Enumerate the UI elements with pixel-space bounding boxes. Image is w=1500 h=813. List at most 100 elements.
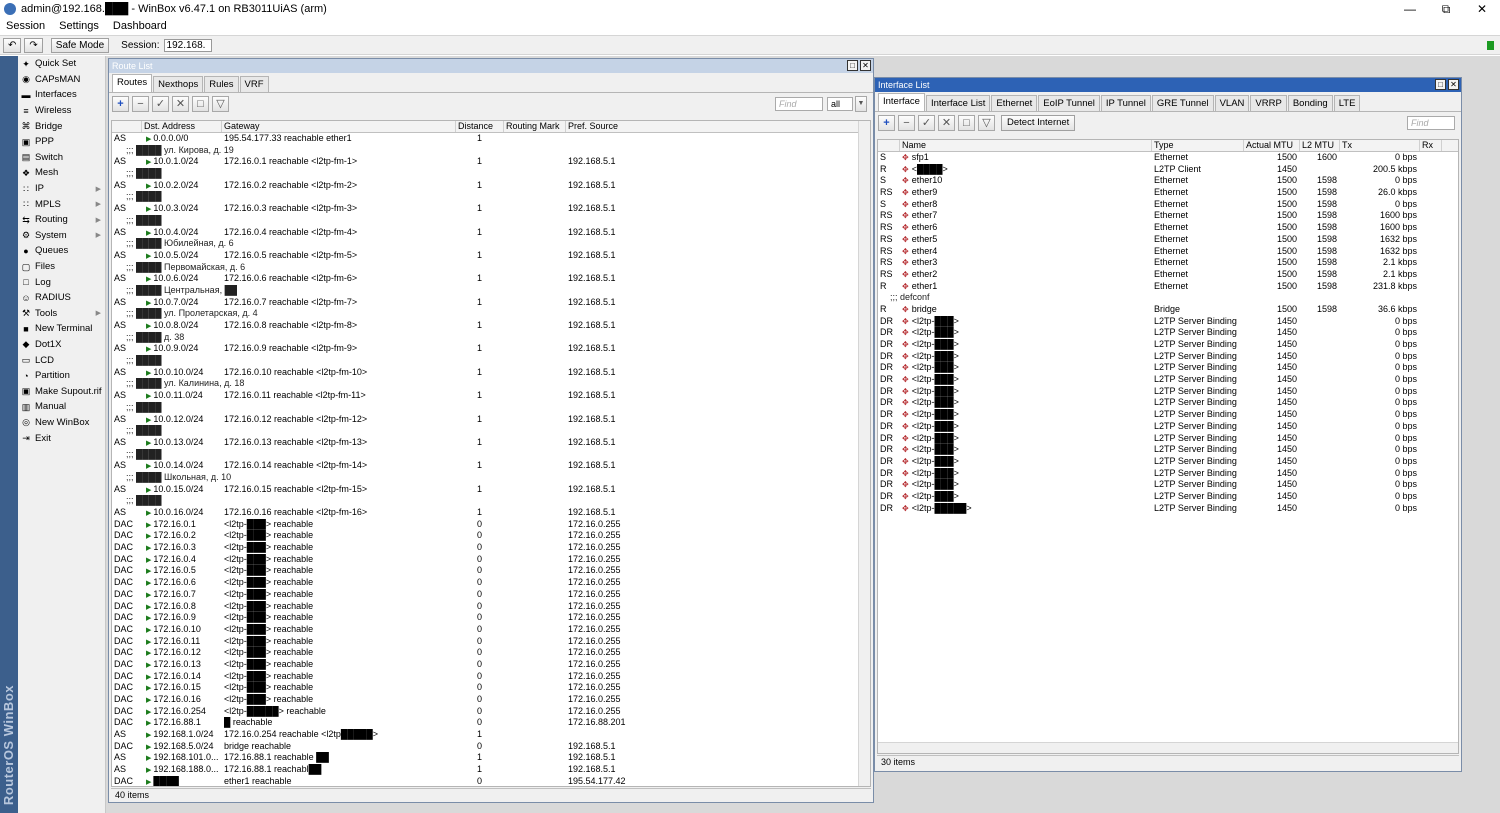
route-comment-row[interactable]: ;;; ████ <box>112 495 870 507</box>
filter-icon[interactable]: ▽ <box>212 96 229 112</box>
safe-mode-button[interactable]: Safe Mode <box>50 37 110 53</box>
route-comment-row[interactable]: ;;; ████ Школьная, д. 10 <box>112 472 870 484</box>
route-row[interactable]: DAC ▶ 172.16.0.7 <l2tp-███> reachable 0 172.1… <box>112 589 870 601</box>
tab-routes[interactable]: Routes <box>112 74 153 92</box>
route-column-header[interactable]: Routing Mark <box>504 121 566 132</box>
sidebar-item-partition[interactable]: ◔ Partition <box>18 368 105 384</box>
interface-row[interactable]: DR ✥ <l2tp-███> L2TP Server Binding 1450 0 bp… <box>878 351 1458 363</box>
comment-icon[interactable]: □ <box>958 115 975 131</box>
route-comment-row[interactable]: ;;; ████ <box>112 191 870 203</box>
interface-comment-row[interactable]: ;;; defconf <box>878 292 1458 304</box>
route-row[interactable]: DAC ▶ 172.16.0.6 <l2tp-███> reachable 0 172.1… <box>112 577 870 589</box>
route-comment-row[interactable]: ;;; ████ <box>112 215 870 227</box>
interface-column-header[interactable] <box>878 140 900 151</box>
route-comment-row[interactable]: ;;; ████ <box>112 355 870 367</box>
route-row[interactable]: DAC ▶ 172.16.0.10 <l2tp-███> reachable 0 172.… <box>112 624 870 636</box>
route-comment-row[interactable]: ;;; ████ Центральная, ██ <box>112 285 870 297</box>
interface-row[interactable]: DR ✥ <l2tp-███> L2TP Server Binding 1450 0 bp… <box>878 327 1458 339</box>
interface-list-maximize-button[interactable]: □ <box>1435 79 1446 90</box>
route-column-header[interactable]: Dst. Address <box>142 121 222 132</box>
minimize-button[interactable]: — <box>1392 0 1428 18</box>
sidebar-item-system[interactable]: ⚙ System ▶ <box>18 228 105 244</box>
tab-ip-tunnel[interactable]: IP Tunnel <box>1100 95 1151 111</box>
interface-row[interactable]: DR ✥ <l2tp-███> L2TP Server Binding 1450 0 bp… <box>878 339 1458 351</box>
add-icon[interactable]: + <box>112 96 129 112</box>
disable-icon[interactable]: ✕ <box>938 115 955 131</box>
tab-interface-list[interactable]: Interface List <box>925 95 991 111</box>
close-button[interactable]: ✕ <box>1464 0 1500 18</box>
disable-icon[interactable]: ✕ <box>172 96 189 112</box>
interface-row[interactable]: RS ✥ ether9 Ethernet 1500 1598 26.0 kbps <box>878 187 1458 199</box>
interface-row[interactable]: DR ✥ <l2tp-███> L2TP Server Binding 1450 0 bp… <box>878 409 1458 421</box>
route-column-header[interactable]: Distance <box>456 121 504 132</box>
route-row[interactable]: AS ▶ 192.168.101.0... 172.16.88.1 reachable… <box>112 752 870 764</box>
interface-row[interactable]: DR ✥ <l2tp-███> L2TP Server Binding 1450 0 bp… <box>878 479 1458 491</box>
interface-row[interactable]: DR ✥ <l2tp-███> L2TP Server Binding 1450 0 bp… <box>878 456 1458 468</box>
route-row[interactable]: AS ▶ 10.0.6.0/24 172.16.0.6 reachable <l2tp… <box>112 273 870 285</box>
route-row[interactable]: DAC ▶ 172.16.0.16 <l2tp-███> reachable 0 172.… <box>112 694 870 706</box>
route-comment-row[interactable]: ;;; ████ <box>112 168 870 180</box>
route-row[interactable]: DAC ▶ 172.16.0.254 <l2tp-█████> reachable 0 1… <box>112 706 870 718</box>
route-comment-row[interactable]: ;;; ████ ул. Калинина, д. 18 <box>112 378 870 390</box>
route-row[interactable]: AS ▶ 10.0.12.0/24 172.16.0.12 reachable <l2… <box>112 414 870 426</box>
interface-column-header[interactable]: Type <box>1152 140 1244 151</box>
interface-row[interactable]: DR ✥ <l2tp-███> L2TP Server Binding 1450 0 bp… <box>878 386 1458 398</box>
tab-interface[interactable]: Interface <box>878 93 925 111</box>
detect-internet-button[interactable]: Detect Internet <box>1001 115 1076 131</box>
route-filter-select[interactable]: all <box>827 97 853 111</box>
tab-nexthops[interactable]: Nexthops <box>153 76 204 92</box>
sidebar-item-mesh[interactable]: ❖ Mesh <box>18 165 105 181</box>
interface-row[interactable]: S ✥ ether10 Ethernet 1500 1598 0 bps <box>878 175 1458 187</box>
route-list-close-button[interactable]: ✕ <box>860 60 871 71</box>
route-row[interactable]: DAC ▶ 172.16.0.3 <l2tp-███> reachable 0 172.1… <box>112 542 870 554</box>
menu-dashboard[interactable]: Dashboard <box>113 20 167 32</box>
route-row[interactable]: AS ▶ 10.0.14.0/24 172.16.0.14 reachable <l2… <box>112 460 870 472</box>
route-row[interactable]: AS ▶ 192.168.188.0... 172.16.88.1 reachabl█… <box>112 764 870 776</box>
route-row[interactable]: AS ▶ 10.0.9.0/24 172.16.0.9 reachable <l2tp… <box>112 343 870 355</box>
menu-session[interactable]: Session <box>6 20 45 32</box>
interface-row[interactable]: R ✥ ether1 Ethernet 1500 1598 231.8 kbps <box>878 281 1458 293</box>
add-icon[interactable]: + <box>878 115 895 131</box>
route-row[interactable]: AS ▶ 10.0.2.0/24 172.16.0.2 reachable <l2tp… <box>112 180 870 192</box>
interface-column-header[interactable]: Rx <box>1420 140 1442 151</box>
filter-icon[interactable]: ▽ <box>978 115 995 131</box>
interface-row[interactable]: DR ✥ <l2tp-███> L2TP Server Binding 1450 0 bp… <box>878 374 1458 386</box>
interface-row[interactable]: RS ✥ ether5 Ethernet 1500 1598 1632 bps <box>878 234 1458 246</box>
route-row[interactable]: DAC ▶ 172.16.88.1 █ reachable 0 172.16.88.201 <box>112 717 870 729</box>
route-comment-row[interactable]: ;;; ████ Первомайская, д. 6 <box>112 262 870 274</box>
sidebar-item-files[interactable]: ▢ Files <box>18 259 105 275</box>
sidebar-item-exit[interactable]: ⇥ Exit <box>18 430 105 446</box>
route-row[interactable]: AS ▶ 10.0.16.0/24 172.16.0.16 reachable <l2… <box>112 507 870 519</box>
route-row[interactable]: AS ▶ 192.168.1.0/24 172.16.0.254 reachable … <box>112 729 870 741</box>
redo-button[interactable]: ↷ <box>24 37 43 53</box>
tab-gre-tunnel[interactable]: GRE Tunnel <box>1151 95 1214 111</box>
session-field[interactable]: 192.168. <box>163 38 212 52</box>
sidebar-item-queues[interactable]: ● Queues <box>18 243 105 259</box>
route-comment-row[interactable]: ;;; ████ <box>112 402 870 414</box>
route-row[interactable]: AS ▶ 10.0.5.0/24 172.16.0.5 reachable <l2tp… <box>112 250 870 262</box>
tab-vlan[interactable]: VLAN <box>1214 95 1250 111</box>
maximize-button[interactable]: ⧉ <box>1428 0 1464 18</box>
sidebar-item-capsman[interactable]: ◉ CAPsMAN <box>18 72 105 88</box>
remove-icon[interactable]: − <box>132 96 149 112</box>
interface-row[interactable]: R ✥ <████> L2TP Client 1450 200.5 kbps <box>878 164 1458 176</box>
undo-button[interactable]: ↶ <box>3 37 22 53</box>
sidebar-item-bridge[interactable]: ⌘ Bridge <box>18 118 105 134</box>
route-row[interactable]: AS ▶ 10.0.4.0/24 172.16.0.4 reachable <l2tp… <box>112 227 870 239</box>
route-row[interactable]: AS ▶ 10.0.11.0/24 172.16.0.11 reachable <l2… <box>112 390 870 402</box>
route-list-title-bar[interactable]: Route List □ ✕ <box>109 59 873 73</box>
interface-row[interactable]: DR ✥ <l2tp-███> L2TP Server Binding 1450 0 bp… <box>878 468 1458 480</box>
interface-row[interactable]: RS ✥ ether3 Ethernet 1500 1598 2.1 kbps <box>878 257 1458 269</box>
interface-row[interactable]: DR ✥ <l2tp-███> L2TP Server Binding 1450 0 bp… <box>878 491 1458 503</box>
route-comment-row[interactable]: ;;; ████ ул. Кирова, д. 19 <box>112 145 870 157</box>
route-list-maximize-button[interactable]: □ <box>847 60 858 71</box>
route-comment-row[interactable]: ;;; ████ <box>112 449 870 461</box>
route-row[interactable]: AS ▶ 10.0.13.0/24 172.16.0.13 reachable <l2… <box>112 437 870 449</box>
route-row[interactable]: AS ▶ 10.0.10.0/24 172.16.0.10 reachable <l2… <box>112 367 870 379</box>
route-find-input[interactable]: Find <box>775 97 823 111</box>
interface-row[interactable]: RS ✥ ether7 Ethernet 1500 1598 1600 bps <box>878 210 1458 222</box>
route-row[interactable]: AS ▶ 0.0.0.0/0 195.54.177.33 reachable ethe… <box>112 133 870 145</box>
route-row[interactable]: AS ▶ 10.0.7.0/24 172.16.0.7 reachable <l2tp… <box>112 297 870 309</box>
remove-icon[interactable]: − <box>898 115 915 131</box>
interface-row[interactable]: RS ✥ ether2 Ethernet 1500 1598 2.1 kbps <box>878 269 1458 281</box>
